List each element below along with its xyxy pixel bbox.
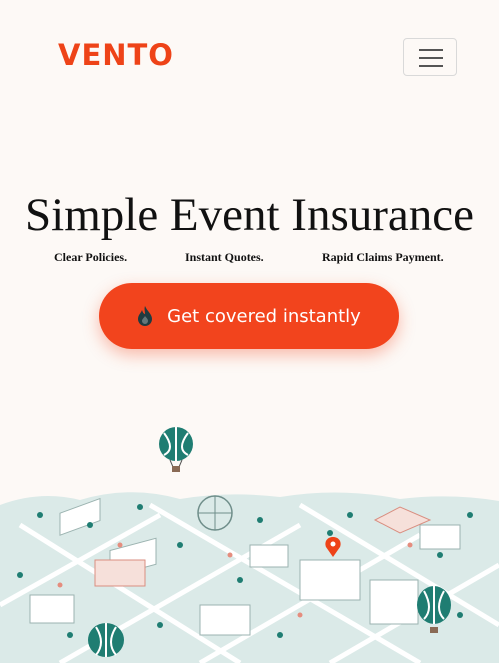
hot-air-balloon-illustration: [159, 427, 193, 472]
city-map-illustration: [0, 492, 499, 663]
menu-toggle-button[interactable]: [403, 38, 457, 76]
hamburger-icon-bar: [419, 65, 443, 67]
flame-icon: [138, 306, 153, 326]
get-covered-button[interactable]: Get covered instantly: [99, 283, 399, 349]
tagline-rapid-claims: Rapid Claims Payment.: [322, 250, 444, 264]
hot-air-balloon-illustration: [88, 623, 124, 657]
site-header: VENTO: [0, 0, 499, 120]
hamburger-icon: [419, 49, 443, 51]
hero-title: Simple Event Insurance: [25, 189, 474, 241]
hamburger-icon-bar: [419, 57, 443, 59]
tagline-instant-quotes: Instant Quotes.: [185, 250, 264, 264]
cta-label: Get covered instantly: [167, 305, 361, 327]
tagline-clear-policies: Clear Policies.: [54, 250, 128, 264]
brand-logo[interactable]: VENTO: [58, 41, 174, 70]
